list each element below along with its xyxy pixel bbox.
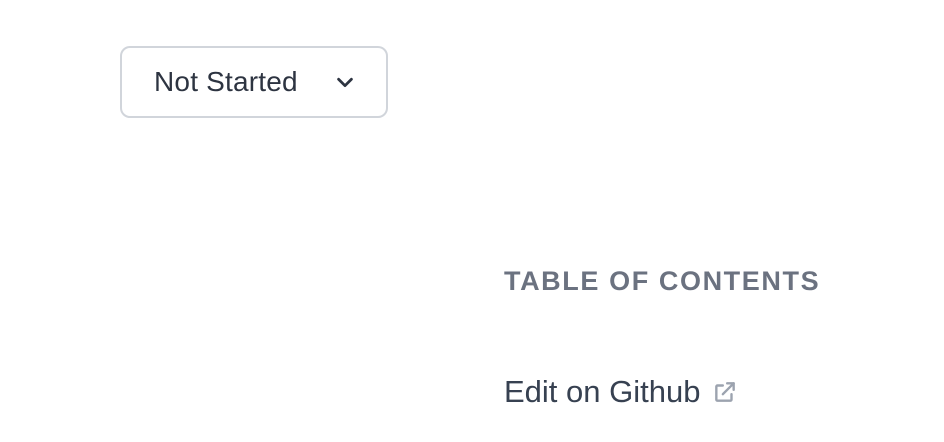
edit-on-github-link[interactable]: Edit on Github: [504, 374, 738, 410]
status-dropdown[interactable]: Not Started: [120, 46, 388, 118]
status-dropdown-value: Not Started: [154, 66, 298, 97]
chevron-down-icon: [334, 71, 356, 93]
table-of-contents-heading: TABLE OF CONTENTS: [504, 266, 821, 296]
edit-on-github-label: Edit on Github: [504, 374, 701, 409]
external-link-icon: [712, 379, 738, 405]
page: Not Started TABLE OF CONTENTS Edit on Gi…: [0, 0, 944, 442]
